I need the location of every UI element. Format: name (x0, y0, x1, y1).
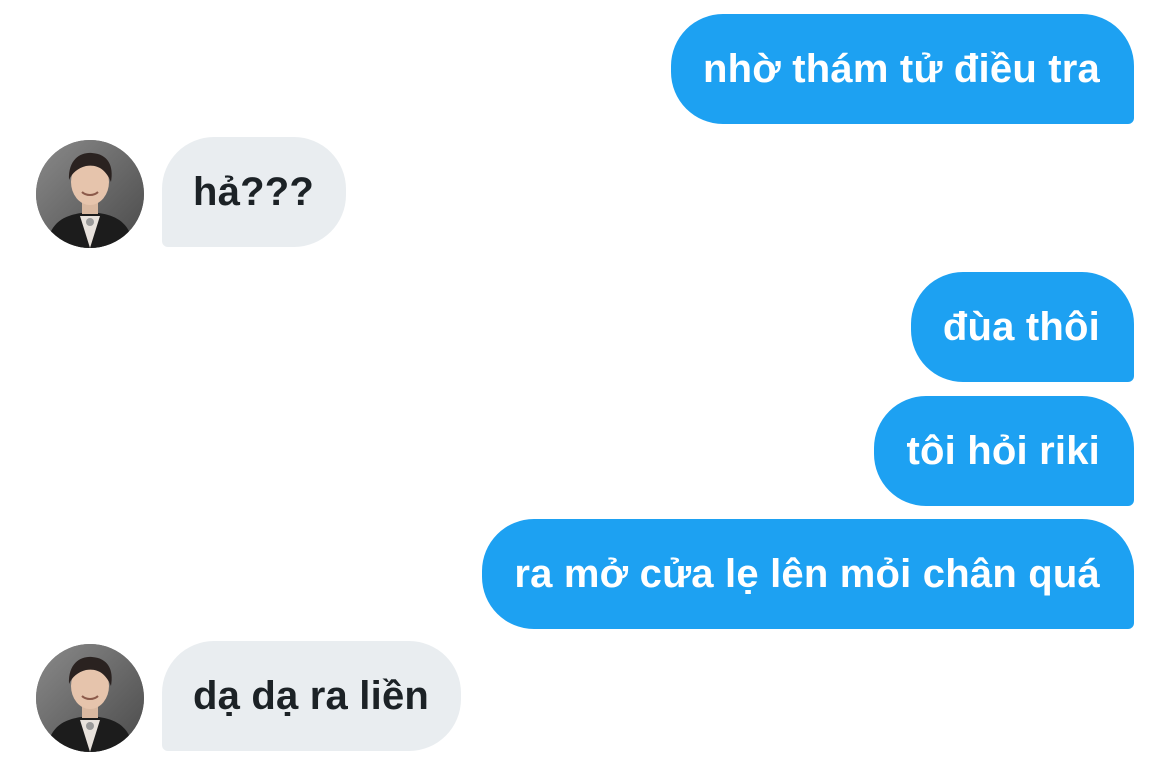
conversation-thread: nhờ thám tử điều tra hả??? đùa thôi tôi … (0, 0, 1170, 780)
profile-photo-icon (36, 140, 144, 248)
message-bubble-sent[interactable]: nhờ thám tử điều tra (671, 14, 1134, 124)
message-text: nhờ thám tử điều tra (703, 46, 1100, 91)
message-text: hả??? (193, 169, 314, 214)
message-text: đùa thôi (942, 304, 1100, 349)
avatar[interactable] (36, 644, 144, 752)
message-bubble-received[interactable]: dạ dạ ra liền (162, 641, 462, 751)
message-bubble-sent[interactable]: ra mở cửa lẹ lên mỏi chân quá (482, 519, 1134, 629)
message-text: dạ dạ ra liền (193, 673, 430, 718)
message-bubble-received[interactable]: hả??? (162, 137, 346, 247)
avatar[interactable] (36, 140, 144, 248)
message-text: ra mở cửa lẹ lên mỏi chân quá (514, 551, 1100, 596)
message-text: tôi hỏi riki (906, 428, 1100, 473)
profile-photo-icon (36, 644, 144, 752)
message-bubble-sent[interactable]: tôi hỏi riki (874, 396, 1134, 506)
message-bubble-sent[interactable]: đùa thôi (910, 272, 1134, 382)
